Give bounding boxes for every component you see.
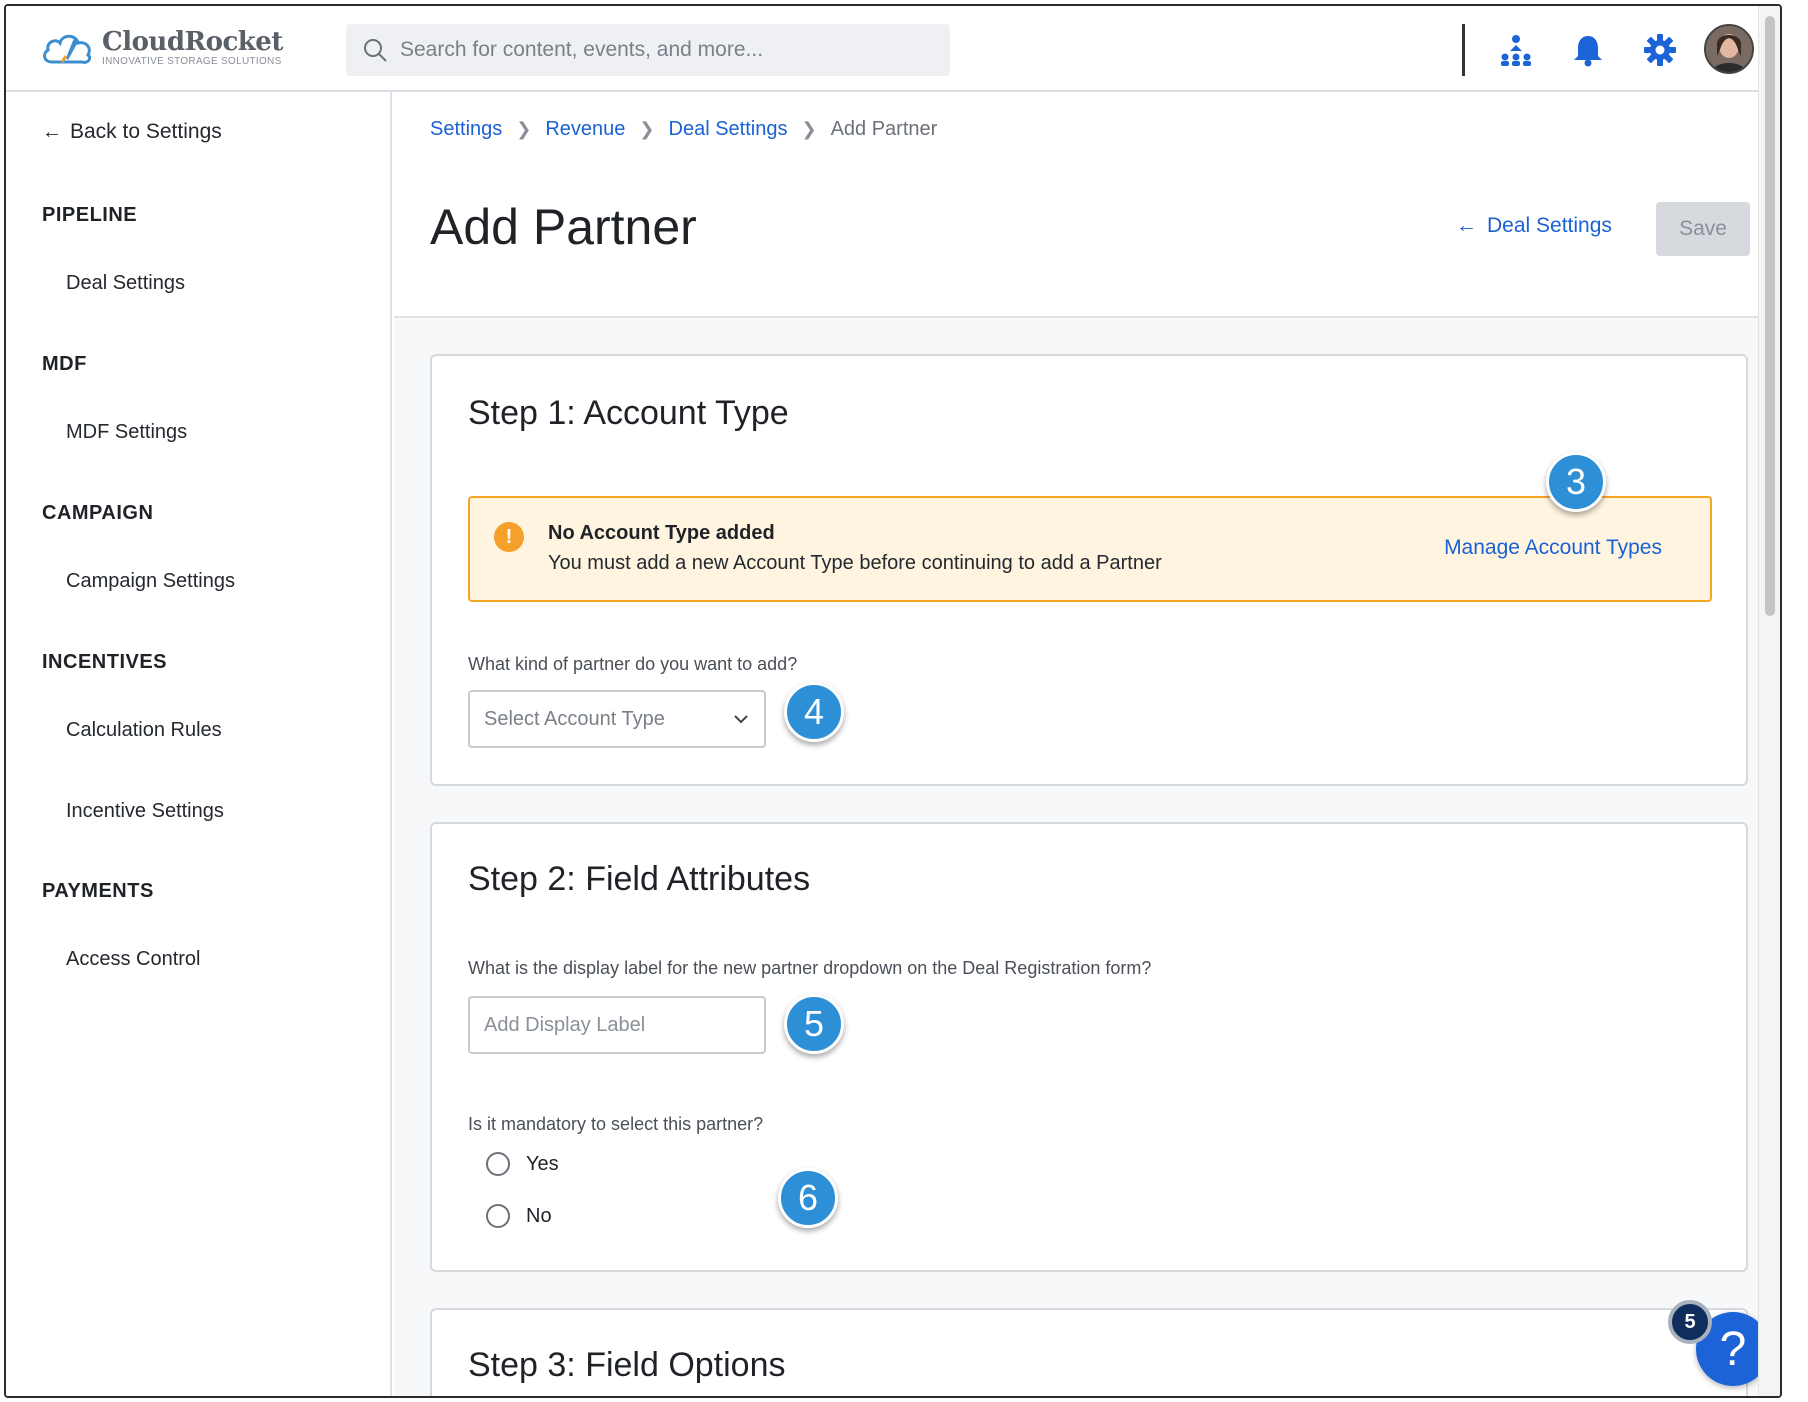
radio-yes[interactable]: Yes <box>486 1152 559 1176</box>
section-incentives: INCENTIVES <box>42 651 168 673</box>
chevron-right-icon: ❯ <box>801 119 817 139</box>
radio-yes-label: Yes <box>526 1152 559 1175</box>
sidebar-item-mdf-settings[interactable]: MDF Settings <box>66 421 187 444</box>
logo-name: CloudRocket <box>102 27 283 57</box>
radio-no-label: No <box>526 1204 552 1227</box>
callout-6: 6 <box>778 1168 838 1228</box>
callout-4: 4 <box>784 682 844 742</box>
avatar[interactable] <box>1704 24 1754 74</box>
step2-card: Step 2: Field Attributes What is the dis… <box>430 822 1748 1272</box>
deal-settings-back-label: Deal Settings <box>1487 214 1612 237</box>
callout-5: 5 <box>784 994 844 1054</box>
cloud-rocket-icon <box>43 34 92 64</box>
search-bar[interactable] <box>346 24 950 76</box>
section-pipeline: PIPELINE <box>42 204 138 226</box>
radio-no[interactable]: No <box>486 1204 552 1228</box>
section-payments: PAYMENTS <box>42 880 154 902</box>
step3-title: Step 3: Field Options <box>468 1346 786 1384</box>
back-to-settings-label: Back to Settings <box>70 120 222 143</box>
page-scrollbar[interactable] <box>1758 6 1780 1396</box>
section-mdf: MDF <box>42 353 87 375</box>
display-label-question: What is the display label for the new pa… <box>468 958 1152 978</box>
warning-icon: ! <box>494 522 524 552</box>
breadcrumb-current: Add Partner <box>830 118 938 140</box>
help-notification-badge: 5 <box>1668 1300 1712 1344</box>
section-campaign: CAMPAIGN <box>42 502 154 524</box>
alert-title: No Account Type added <box>548 522 775 544</box>
display-label-input[interactable] <box>468 996 766 1054</box>
chevron-right-icon: ❯ <box>639 119 655 139</box>
callout-3: 3 <box>1546 452 1606 512</box>
chevron-right-icon: ❯ <box>516 119 532 139</box>
breadcrumb-revenue[interactable]: Revenue <box>545 118 625 141</box>
search-input[interactable] <box>400 38 940 62</box>
app-window: CloudRocket INNOVATIVE STORAGE SOLUTIONS <box>4 4 1782 1398</box>
page-title: Add Partner <box>430 199 697 255</box>
chevron-down-icon <box>734 715 748 724</box>
header-divider <box>1462 24 1465 76</box>
step2-title: Step 2: Field Attributes <box>468 860 811 898</box>
partner-kind-label: What kind of partner do you want to add? <box>468 654 798 674</box>
org-chart-icon[interactable] <box>1496 30 1536 70</box>
gear-icon[interactable] <box>1640 30 1680 70</box>
step1-card: Step 1: Account Type ! No Account Type a… <box>430 354 1748 786</box>
page-header: Settings ❯ Revenue ❯ Deal Settings ❯ Add… <box>394 92 1760 318</box>
sidebar-item-campaign-settings[interactable]: Campaign Settings <box>66 570 235 593</box>
arrow-left-icon: ← <box>42 120 62 143</box>
account-type-select[interactable]: Select Account Type <box>468 690 766 748</box>
main-content: Settings ❯ Revenue ❯ Deal Settings ❯ Add… <box>394 92 1760 1396</box>
breadcrumb-settings[interactable]: Settings <box>430 118 502 141</box>
logo-tagline: INNOVATIVE STORAGE SOLUTIONS <box>102 56 282 67</box>
deal-settings-back-link[interactable]: ← Deal Settings <box>1456 214 1612 238</box>
radio-yes-circle[interactable] <box>486 1152 510 1176</box>
logo[interactable]: CloudRocket INNOVATIVE STORAGE SOLUTIONS <box>40 28 283 68</box>
save-button[interactable]: Save <box>1656 202 1750 256</box>
search-icon <box>364 39 387 62</box>
sidebar-item-deal-settings[interactable]: Deal Settings <box>66 272 185 295</box>
scrollbar-thumb[interactable] <box>1765 16 1775 616</box>
breadcrumb: Settings ❯ Revenue ❯ Deal Settings ❯ Add… <box>430 118 937 141</box>
back-to-settings-link[interactable]: ← Back to Settings <box>42 120 222 144</box>
settings-sidebar: ← Back to Settings PIPELINE Deal Setting… <box>6 92 392 1396</box>
alert-body: You must add a new Account Type before c… <box>548 552 1162 574</box>
sidebar-item-incentive-settings[interactable]: Incentive Settings <box>66 800 224 823</box>
sidebar-item-calculation-rules[interactable]: Calculation Rules <box>66 719 222 742</box>
radio-no-circle[interactable] <box>486 1204 510 1228</box>
mandatory-question: Is it mandatory to select this partner? <box>468 1114 764 1134</box>
sidebar-item-access-control[interactable]: Access Control <box>66 948 201 971</box>
step3-card: Step 3: Field Options <box>430 1308 1748 1396</box>
manage-account-types-link[interactable]: Manage Account Types <box>1444 536 1662 560</box>
no-account-type-alert: ! No Account Type added You must add a n… <box>468 496 1712 602</box>
step1-title: Step 1: Account Type <box>468 394 789 432</box>
arrow-left-icon: ← <box>1456 214 1477 237</box>
top-bar: CloudRocket INNOVATIVE STORAGE SOLUTIONS <box>6 6 1780 92</box>
breadcrumb-deal-settings[interactable]: Deal Settings <box>669 118 788 141</box>
account-type-placeholder: Select Account Type <box>484 707 665 730</box>
bell-icon[interactable] <box>1568 30 1608 70</box>
